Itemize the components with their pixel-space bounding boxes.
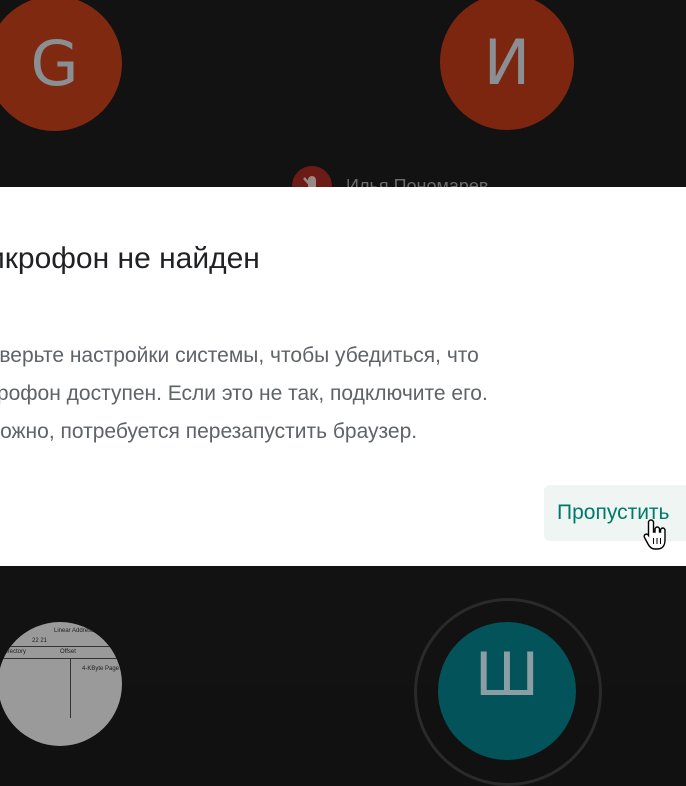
hand-cursor-icon [643, 518, 669, 557]
thumbnail-line [2, 658, 122, 659]
shared-screen-thumbnail: Linear Address 22 21 Directory Offset 4-… [0, 622, 122, 746]
mic-not-found-dialog: икрофон не найден роверьте настройки сис… [0, 187, 686, 566]
dialog-title: икрофон не найден [0, 242, 260, 275]
thumbnail-line [70, 658, 71, 718]
dialog-body: роверьте настройки системы, чтобы убедит… [0, 337, 686, 451]
dialog-body-line: зможно, потребуется перезапустить браузе… [0, 420, 418, 443]
participant-initial: Ш [474, 640, 540, 710]
thumbnail-text: 22 21 [32, 638, 48, 644]
participant-avatar-i: И [440, 0, 574, 130]
dialog-body-line: икрофон доступен. Если это не так, подкл… [0, 382, 488, 405]
participant-avatar-sh: Ш [438, 622, 576, 760]
thumbnail-line [2, 646, 122, 647]
participant-initial: И [483, 25, 531, 99]
thumbnail-text: Linear Address [54, 628, 95, 634]
dialog-body-line: роверьте настройки системы, чтобы убедит… [0, 344, 479, 367]
thumbnail-text: Directory [2, 649, 27, 655]
thumbnail-text: 4-KByte Page [82, 666, 120, 672]
thumbnail-text: Offset [60, 649, 76, 655]
participant-initial: G [30, 27, 79, 100]
